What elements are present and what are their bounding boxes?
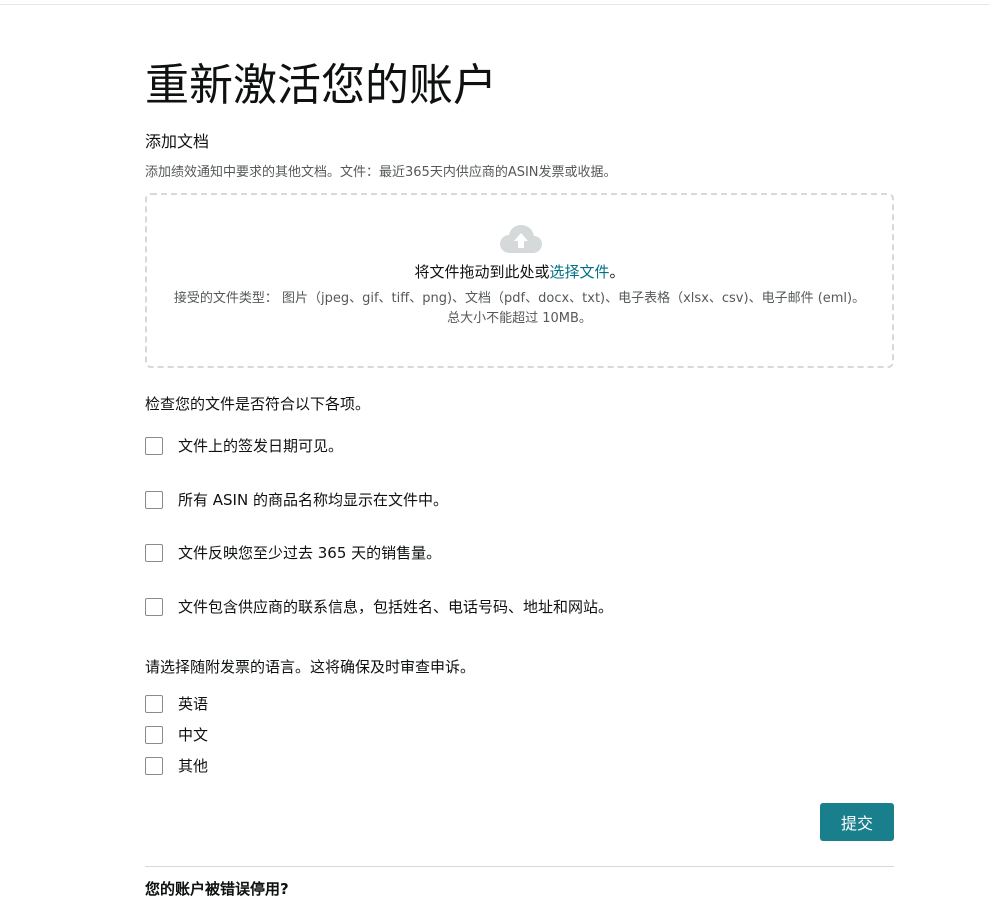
checklist-heading: 检查您的文件是否符合以下各项。 [145, 395, 371, 413]
language-heading: 请选择随附发票的语言。这将确保及时审查申诉。 [145, 658, 476, 676]
checkbox[interactable] [145, 598, 163, 616]
checklist-item[interactable]: 文件反映您至少过去 365 天的销售量。 [145, 542, 441, 564]
add-documents-heading: 添加文档 [145, 132, 210, 151]
add-documents-description: 添加绩效通知中要求的其他文档。文件：最近365天内供应商的ASIN发票或收据。 [145, 165, 617, 180]
checkbox[interactable] [145, 491, 163, 509]
checklist-item-label: 文件包含供应商的联系信息，包括姓名、电话号码、地址和网站。 [178, 598, 614, 616]
checklist-item[interactable]: 文件上的签发日期可见。 [145, 435, 343, 457]
checkbox[interactable] [145, 544, 163, 562]
submit-button[interactable]: 提交 [820, 803, 894, 841]
dropzone-instruction: 将文件拖动到此处或选择文件。 [147, 261, 892, 283]
checklist-item-label: 文件反映您至少过去 365 天的销售量。 [178, 544, 442, 562]
language-option-label: 英语 [178, 695, 209, 713]
checkbox[interactable] [145, 437, 163, 455]
page-title: 重新激活您的账户 [145, 60, 497, 111]
cloud-upload-icon [500, 225, 542, 253]
language-option[interactable]: 其他 [145, 755, 208, 777]
checklist-item[interactable]: 所有 ASIN 的商品名称均显示在文件中。 [145, 489, 448, 511]
language-option-label: 中文 [178, 726, 209, 744]
checklist-item-label: 所有 ASIN 的商品名称均显示在文件中。 [178, 491, 448, 509]
checkbox[interactable] [145, 695, 163, 713]
file-dropzone[interactable]: 将文件拖动到此处或选择文件。 接受的文件类型： 图片（jpeg、gif、tiff… [145, 193, 894, 368]
language-option[interactable]: 英语 [145, 693, 208, 715]
accepted-file-types: 接受的文件类型： 图片（jpeg、gif、tiff、png)、文档（pdf、do… [173, 291, 866, 326]
dropzone-instruction-text: 将文件拖动到此处或 [414, 263, 550, 281]
checklist-item[interactable]: 文件包含供应商的联系信息，包括姓名、电话号码、地址和网站。 [145, 596, 613, 618]
language-option[interactable]: 中文 [145, 724, 208, 746]
dropzone-instruction-suffix: 。 [609, 263, 625, 281]
checkbox[interactable] [145, 757, 163, 775]
choose-file-link[interactable]: 选择文件 [549, 263, 609, 281]
top-divider [0, 4, 990, 5]
wrongly-deactivated-heading: 您的账户被错误停用? [145, 880, 289, 898]
checkbox[interactable] [145, 726, 163, 744]
language-option-label: 其他 [178, 757, 209, 775]
checklist-item-label: 文件上的签发日期可见。 [178, 437, 344, 455]
section-divider [145, 866, 894, 867]
